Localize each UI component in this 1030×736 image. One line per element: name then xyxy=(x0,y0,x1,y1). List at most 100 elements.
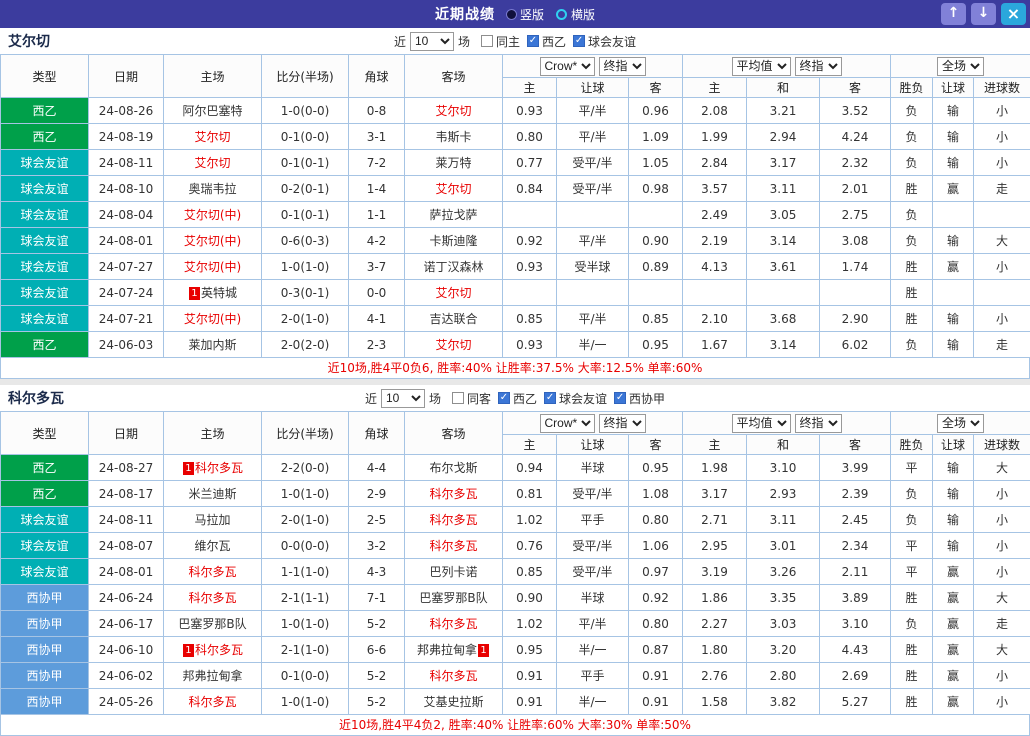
filter-checkbox-西协甲[interactable]: ✓西协甲 xyxy=(614,390,665,407)
handicap-result-cell: 赢 xyxy=(933,559,974,585)
dropdown-全场[interactable]: 全场 xyxy=(937,414,984,433)
away-team-cell[interactable]: 艾尔切 xyxy=(405,176,503,202)
home-team-cell[interactable]: 莱加内斯 xyxy=(164,332,262,358)
away-team-cell[interactable]: 科尔多瓦 xyxy=(405,481,503,507)
match-row: 西协甲24-06-24科尔多瓦2-1(1-1)7-1巴塞罗那B队0.90半球0.… xyxy=(1,585,1030,611)
dropdown-Crow*[interactable]: Crow* xyxy=(540,414,595,433)
dropdown-终指[interactable]: 终指 xyxy=(599,414,646,433)
away-team-cell[interactable]: 诺丁汉森林 xyxy=(405,254,503,280)
home-team-cell[interactable]: 艾尔切(中) xyxy=(164,254,262,280)
home-team-cell[interactable]: 艾尔切 xyxy=(164,150,262,176)
home-team-cell[interactable]: 邦弗拉甸拿 xyxy=(164,663,262,689)
away-team-name: 邦弗拉甸拿 xyxy=(417,643,477,657)
checkbox-checked-icon[interactable]: ✓ xyxy=(614,392,626,404)
home-team-name: 艾尔切(中) xyxy=(184,260,241,274)
avg-odds-cell: 2.69 xyxy=(820,663,891,689)
away-team-cell[interactable]: 巴列卡诺 xyxy=(405,559,503,585)
dropdown-Crow*[interactable]: Crow* xyxy=(540,57,595,76)
away-team-cell[interactable]: 艾基史拉斯 xyxy=(405,689,503,715)
away-team-name: 布尔戈斯 xyxy=(429,461,477,475)
close-button[interactable]: × xyxy=(1001,3,1026,25)
home-team-cell[interactable]: 科尔多瓦 xyxy=(164,585,262,611)
date-cell: 24-08-26 xyxy=(89,98,164,124)
scroll-up-button[interactable]: ↑ xyxy=(941,3,966,25)
home-team-cell[interactable]: 1科尔多瓦 xyxy=(164,637,262,663)
checkbox-checked-icon[interactable]: ✓ xyxy=(544,392,556,404)
league-type-badge: 西协甲 xyxy=(1,689,89,715)
checkbox-checked-icon[interactable]: ✓ xyxy=(527,35,539,47)
away-team-cell[interactable]: 莱万特 xyxy=(405,150,503,176)
radio-horizontal-label: 横版 xyxy=(571,6,595,23)
home-team-cell[interactable]: 科尔多瓦 xyxy=(164,559,262,585)
home-team-cell[interactable]: 米兰迪斯 xyxy=(164,481,262,507)
away-team-cell[interactable]: 艾尔切 xyxy=(405,332,503,358)
score-cell: 1-1(1-0) xyxy=(262,559,349,585)
filter-checkbox-西乙[interactable]: ✓西乙 xyxy=(498,390,537,407)
away-team-cell[interactable]: 科尔多瓦 xyxy=(405,507,503,533)
column-header: 客场 xyxy=(405,55,503,98)
dropdown-全场[interactable]: 全场 xyxy=(937,57,984,76)
filter-checkbox-同主[interactable]: 同主 xyxy=(481,33,520,50)
away-team-cell[interactable]: 巴塞罗那B队 xyxy=(405,585,503,611)
filter-checkbox-球会友谊[interactable]: ✓球会友谊 xyxy=(544,390,607,407)
filter-checkbox-label: 西乙 xyxy=(513,390,537,407)
date-cell: 24-07-24 xyxy=(89,280,164,306)
odds-cell xyxy=(629,202,683,228)
odds-cell xyxy=(629,280,683,306)
away-team-name: 萨拉戈萨 xyxy=(429,208,477,222)
away-team-cell[interactable]: 科尔多瓦 xyxy=(405,533,503,559)
home-team-cell[interactable]: 1英特城 xyxy=(164,280,262,306)
match-count-select[interactable]: 10 xyxy=(410,32,454,51)
checkbox-unchecked-icon[interactable] xyxy=(452,392,464,404)
away-team-cell[interactable]: 科尔多瓦 xyxy=(405,611,503,637)
away-team-cell[interactable]: 科尔多瓦 xyxy=(405,663,503,689)
checkbox-unchecked-icon[interactable] xyxy=(481,35,493,47)
dropdown-终指[interactable]: 终指 xyxy=(599,57,646,76)
sub-column-header: 客 xyxy=(820,78,891,98)
home-team-cell[interactable]: 艾尔切(中) xyxy=(164,202,262,228)
layout-radio-horizontal[interactable]: 横版 xyxy=(556,6,595,23)
avg-odds-cell: 3.01 xyxy=(747,533,820,559)
away-team-cell[interactable]: 吉达联合 xyxy=(405,306,503,332)
away-team-cell[interactable]: 艾尔切 xyxy=(405,280,503,306)
dropdown-终指[interactable]: 终指 xyxy=(795,57,842,76)
home-team-cell[interactable]: 1科尔多瓦 xyxy=(164,455,262,481)
filter-checkbox-同客[interactable]: 同客 xyxy=(452,390,491,407)
away-team-cell[interactable]: 萨拉戈萨 xyxy=(405,202,503,228)
away-team-cell[interactable]: 布尔戈斯 xyxy=(405,455,503,481)
home-team-cell[interactable]: 科尔多瓦 xyxy=(164,689,262,715)
section-header: 科尔多瓦 近 10 场 同客✓西乙✓球会友谊✓西协甲 xyxy=(0,385,1030,411)
home-team-cell[interactable]: 马拉加 xyxy=(164,507,262,533)
radio-unselected-icon[interactable] xyxy=(507,10,516,19)
home-team-cell[interactable]: 维尔瓦 xyxy=(164,533,262,559)
away-team-cell[interactable]: 韦斯卡 xyxy=(405,124,503,150)
checkbox-checked-icon[interactable]: ✓ xyxy=(573,35,585,47)
layout-radio-vertical[interactable]: 竖版 xyxy=(507,6,544,23)
checkbox-checked-icon[interactable]: ✓ xyxy=(498,392,510,404)
odds-group-header: 全场 xyxy=(891,412,1030,435)
column-header: 角球 xyxy=(349,412,405,455)
odds-cell: 0.93 xyxy=(503,98,557,124)
filter-checkbox-球会友谊[interactable]: ✓球会友谊 xyxy=(573,33,636,50)
home-team-cell[interactable]: 艾尔切(中) xyxy=(164,228,262,254)
column-header: 比分(半场) xyxy=(262,55,349,98)
home-team-cell[interactable]: 阿尔巴塞特 xyxy=(164,98,262,124)
home-team-cell[interactable]: 奥瑞韦拉 xyxy=(164,176,262,202)
home-team-cell[interactable]: 巴塞罗那B队 xyxy=(164,611,262,637)
dropdown-平均值[interactable]: 平均值 xyxy=(732,57,791,76)
dropdown-终指[interactable]: 终指 xyxy=(795,414,842,433)
filter-checkbox-西乙[interactable]: ✓西乙 xyxy=(527,33,566,50)
sub-column-header: 胜负 xyxy=(891,78,933,98)
home-team-cell[interactable]: 艾尔切 xyxy=(164,124,262,150)
scroll-down-button[interactable]: ↓ xyxy=(971,3,996,25)
match-count-select[interactable]: 10 xyxy=(381,389,425,408)
radio-selected-icon[interactable] xyxy=(556,9,567,20)
away-team-cell[interactable]: 艾尔切 xyxy=(405,98,503,124)
result-cell: 负 xyxy=(891,507,933,533)
dropdown-平均值[interactable]: 平均值 xyxy=(732,414,791,433)
home-team-cell[interactable]: 艾尔切(中) xyxy=(164,306,262,332)
away-team-cell[interactable]: 卡斯迪隆 xyxy=(405,228,503,254)
away-team-cell[interactable]: 邦弗拉甸拿1 xyxy=(405,637,503,663)
team-name: 艾尔切 xyxy=(8,31,50,51)
avg-odds-cell: 3.19 xyxy=(683,559,747,585)
